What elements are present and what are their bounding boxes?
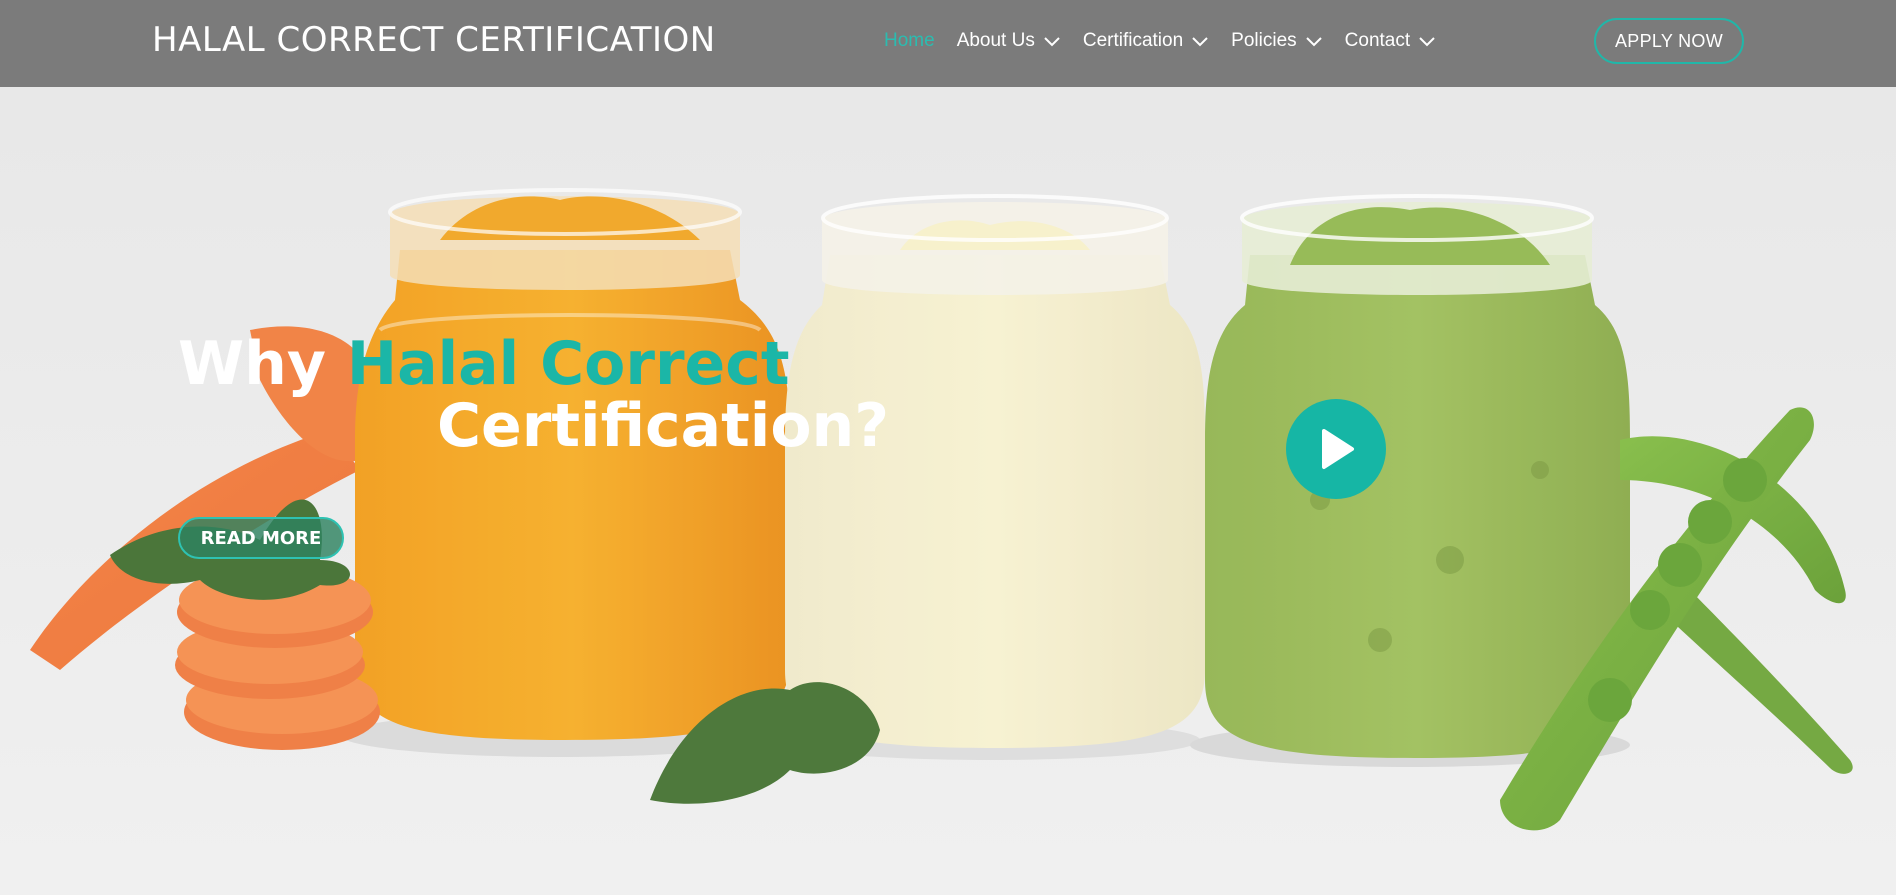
headline-part1: Why	[178, 329, 347, 399]
nav-item-label: Certification	[1082, 30, 1184, 51]
headline-part2: Certification?	[437, 391, 890, 461]
chevron-down-icon	[1419, 37, 1435, 47]
nav-item-label: Policies	[1231, 30, 1297, 51]
nav-item-certification[interactable]: Certification	[1083, 30, 1209, 52]
site-header: HALAL CORRECT CERTIFICATION Home About U…	[0, 0, 1896, 87]
apply-now-button[interactable]: APPLY NOW	[1594, 18, 1744, 64]
chevron-down-icon	[1305, 37, 1322, 47]
play-icon	[1322, 429, 1354, 469]
nav-item-contact[interactable]: Contact	[1345, 30, 1436, 52]
page: HALAL CORRECT CERTIFICATION Home About U…	[0, 0, 1896, 895]
play-video-button[interactable]	[1286, 399, 1386, 499]
nav-item-policies[interactable]: Policies	[1231, 30, 1322, 52]
main-nav: Home About Us Certification Policies Con…	[884, 30, 1458, 52]
nav-item-about-us[interactable]: About Us	[957, 30, 1061, 52]
read-more-button[interactable]: READ MORE	[178, 517, 344, 559]
chevron-down-icon	[1192, 37, 1208, 47]
hero-headline: Why Halal Correct Certification?	[178, 333, 889, 457]
nav-item-home[interactable]: Home	[884, 30, 935, 52]
nav-item-label: Contact	[1344, 30, 1411, 51]
nav-item-label: Home	[884, 30, 935, 51]
nav-item-label: About Us	[956, 30, 1035, 51]
chevron-down-icon	[1044, 37, 1060, 47]
brand-logo-text[interactable]: HALAL CORRECT CERTIFICATION	[152, 20, 716, 60]
headline-accent: Halal Correct	[346, 329, 790, 399]
